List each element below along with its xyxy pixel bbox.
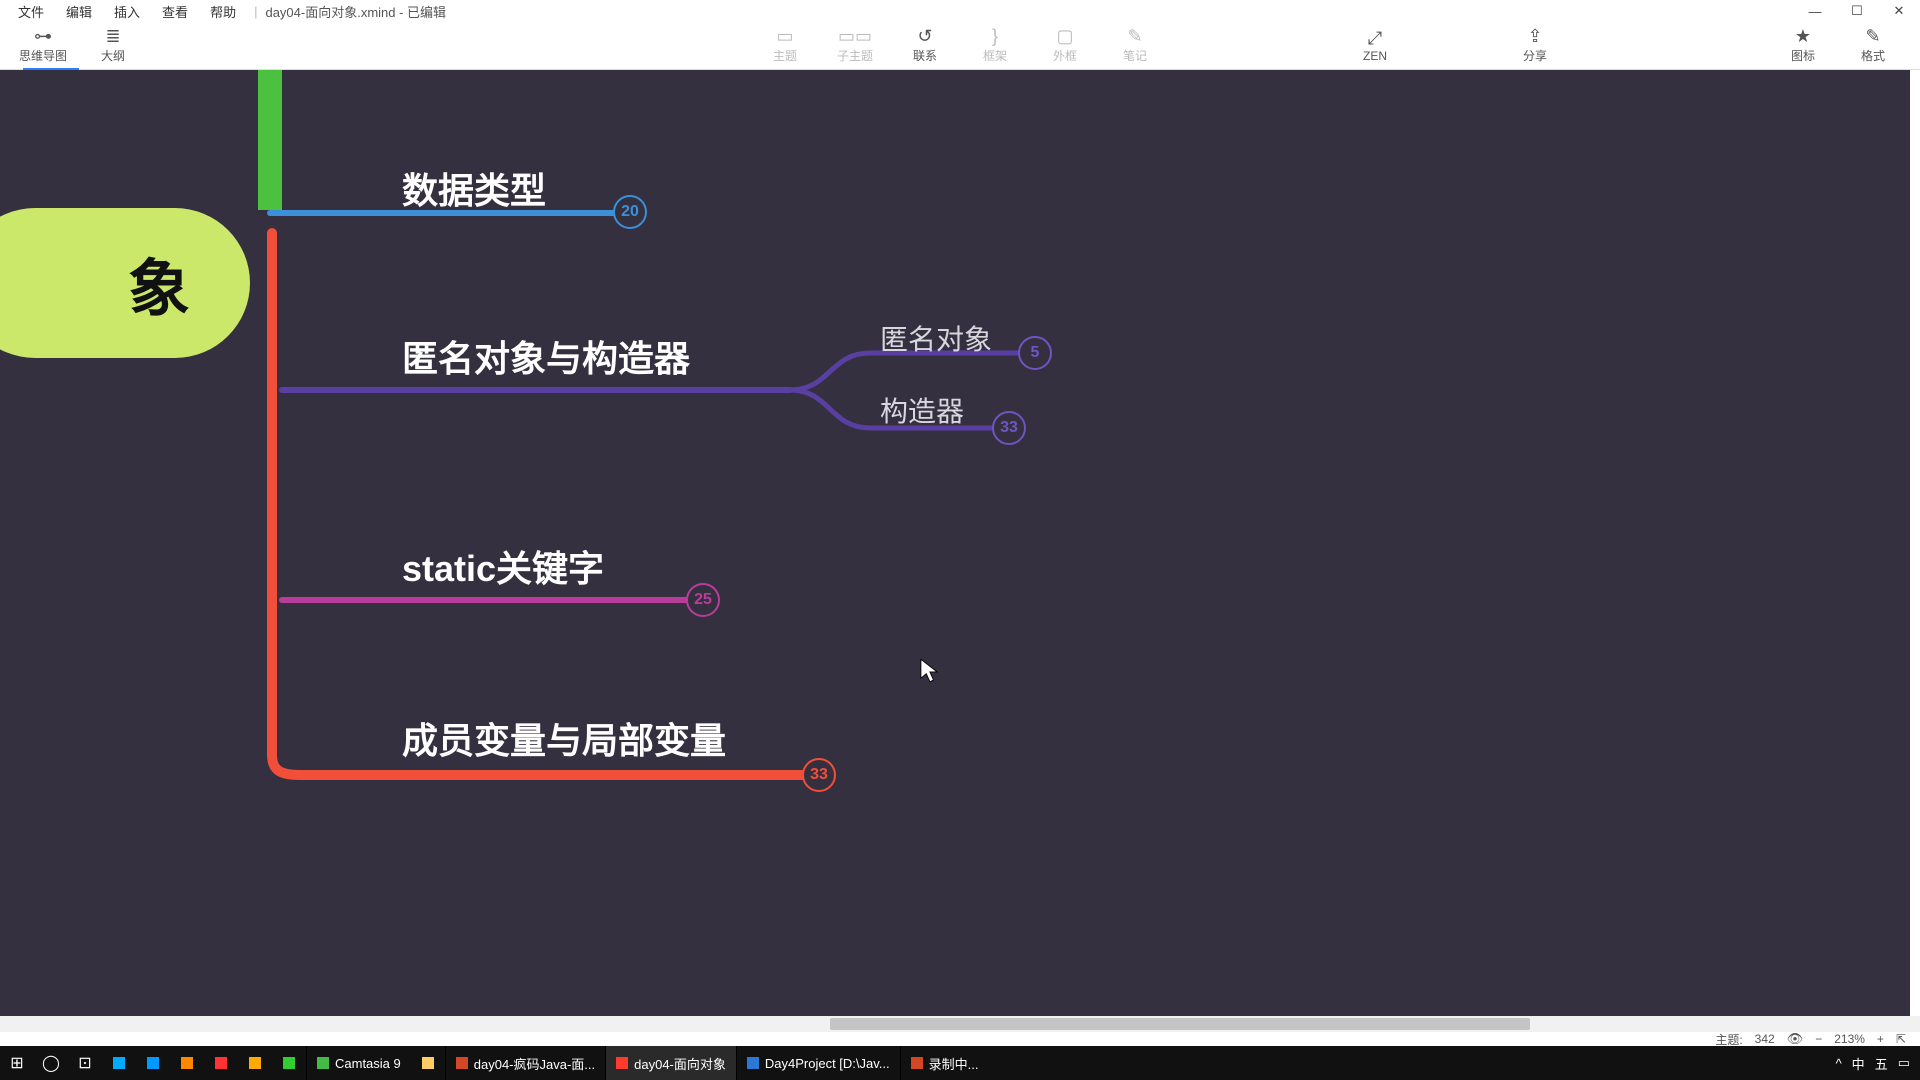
mouse-cursor [920, 658, 938, 684]
windows-taskbar: ⊞ ◯ ⊡ Camtasia 9 day04-疯码Java-面... day04… [0, 1046, 1920, 1080]
subtopic-anon[interactable]: 匿名对象 [880, 318, 992, 358]
scrollbar-thumb[interactable] [830, 1018, 1530, 1030]
app-icon-3[interactable] [170, 1046, 204, 1080]
app-icon-2[interactable] [136, 1046, 170, 1080]
app-icon-6[interactable] [272, 1046, 306, 1080]
tray-chevron-icon[interactable]: ^ [1836, 1056, 1842, 1071]
tool-boundary[interactable]: ▢外框 [1030, 23, 1100, 69]
tool-share[interactable]: ⇪分享 [1500, 23, 1570, 69]
taskview-icon[interactable]: ⊡ [68, 1046, 102, 1080]
status-topic-label: 主题: [1715, 1031, 1742, 1048]
task-explorer[interactable] [411, 1046, 445, 1080]
format-icon: ✎ [1865, 27, 1880, 45]
tool-zen[interactable]: ⤢ZEN [1340, 23, 1410, 69]
menu-insert[interactable]: 插入 [104, 0, 150, 23]
view-mindmap-tab[interactable]: ⊶ 思维导图 [8, 23, 78, 69]
badge-member-local[interactable]: 33 [802, 758, 836, 792]
status-bar: 主题: 342 👁 − 213% + ⇱ [0, 1032, 1920, 1046]
app-icon-4[interactable] [204, 1046, 238, 1080]
summary-icon: } [992, 27, 998, 45]
child-icon: ▭▭ [838, 27, 872, 45]
tool-marker[interactable]: ★图标 [1768, 23, 1838, 69]
visibility-icon[interactable]: 👁 [1787, 1031, 1804, 1047]
horizontal-scrollbar[interactable] [0, 1016, 1920, 1032]
relation-icon: ↺ [917, 27, 932, 45]
zoom-in[interactable]: + [1877, 1032, 1884, 1046]
marker-icon: ★ [1795, 27, 1811, 45]
menubar: 文件 编辑 插入 查看 帮助 | day04-面向对象.xmind - 已编辑 … [0, 0, 1920, 22]
badge-data-type[interactable]: 20 [613, 195, 647, 229]
start-button[interactable]: ⊞ [0, 1046, 34, 1080]
app-icon-1[interactable] [102, 1046, 136, 1080]
menu-file[interactable]: 文件 [8, 0, 54, 23]
topic-member-local[interactable]: 成员变量与局部变量 [402, 712, 726, 764]
zen-icon: ⤢ [1368, 29, 1382, 47]
task-ppt[interactable]: day04-疯码Java-面... [445, 1046, 605, 1080]
mindmap-connectors [0, 70, 1920, 1016]
task-recording[interactable]: 录制中... [900, 1046, 989, 1080]
tool-theme[interactable]: ▭主题 [750, 23, 820, 69]
menu-help[interactable]: 帮助 [200, 0, 246, 23]
view-outline-tab[interactable]: ≣ 大纲 [78, 23, 148, 69]
system-tray[interactable]: ^ 中 五 ▭ [1836, 1054, 1920, 1073]
mindmap-icon: ⊶ [34, 27, 52, 45]
badge-ctor[interactable]: 33 [992, 411, 1026, 445]
badge-static[interactable]: 25 [686, 583, 720, 617]
window-minimize[interactable]: — [1794, 0, 1836, 22]
zoom-out[interactable]: − [1815, 1032, 1822, 1046]
status-topic-count: 342 [1755, 1032, 1775, 1046]
window-title: day04-面向对象.xmind - 已编辑 [265, 2, 446, 21]
mindmap-canvas[interactable]: 象 数据类型 20 匿名对象与构造器 匿名对象 5 构造器 33 static关… [0, 70, 1920, 1016]
app-icon-5[interactable] [238, 1046, 272, 1080]
badge-anon[interactable]: 5 [1018, 336, 1052, 370]
window-maximize[interactable]: ☐ [1836, 0, 1878, 22]
topic-anon-ctor[interactable]: 匿名对象与构造器 [402, 330, 690, 382]
ime-indicator[interactable]: 中 [1852, 1054, 1865, 1073]
fit-icon[interactable]: ⇱ [1896, 1032, 1906, 1046]
topic-static[interactable]: static关键字 [402, 540, 604, 592]
outline-icon: ≣ [105, 27, 120, 45]
tool-child[interactable]: ▭▭子主题 [820, 23, 890, 69]
view-mindmap-label: 思维导图 [19, 47, 67, 64]
zoom-level[interactable]: 213% [1834, 1032, 1865, 1046]
root-topic-label: 象 [128, 238, 190, 328]
menu-view[interactable]: 查看 [152, 0, 198, 23]
root-topic[interactable]: 象 [0, 208, 250, 358]
task-xmind[interactable]: day04-面向对象 [605, 1046, 736, 1080]
note-icon: ✎ [1127, 27, 1142, 45]
tool-format[interactable]: ✎格式 [1838, 23, 1908, 69]
task-camtasia[interactable]: Camtasia 9 [306, 1046, 411, 1080]
task-idea[interactable]: Day4Project [D:\Jav... [736, 1046, 900, 1080]
view-outline-label: 大纲 [101, 47, 125, 64]
tool-summary[interactable]: }框架 [960, 23, 1030, 69]
ime-mode[interactable]: 五 [1875, 1054, 1888, 1073]
share-icon: ⇪ [1527, 27, 1542, 45]
topic-data-type[interactable]: 数据类型 [402, 162, 546, 214]
boundary-icon: ▢ [1056, 27, 1073, 45]
menu-edit[interactable]: 编辑 [56, 0, 102, 23]
tool-note[interactable]: ✎笔记 [1100, 23, 1170, 69]
subtopic-ctor[interactable]: 构造器 [880, 390, 964, 430]
tool-relation[interactable]: ↺联系 [890, 23, 960, 69]
cortana-icon[interactable]: ◯ [34, 1046, 68, 1080]
theme-icon: ▭ [776, 27, 793, 45]
notification-icon[interactable]: ▭ [1898, 1055, 1910, 1071]
window-close[interactable]: ✕ [1878, 0, 1920, 22]
toolbar: ⊶ 思维导图 ≣ 大纲 ▭主题 ▭▭子主题 ↺联系 }框架 ▢外框 ✎笔记 ⤢Z… [0, 22, 1920, 70]
